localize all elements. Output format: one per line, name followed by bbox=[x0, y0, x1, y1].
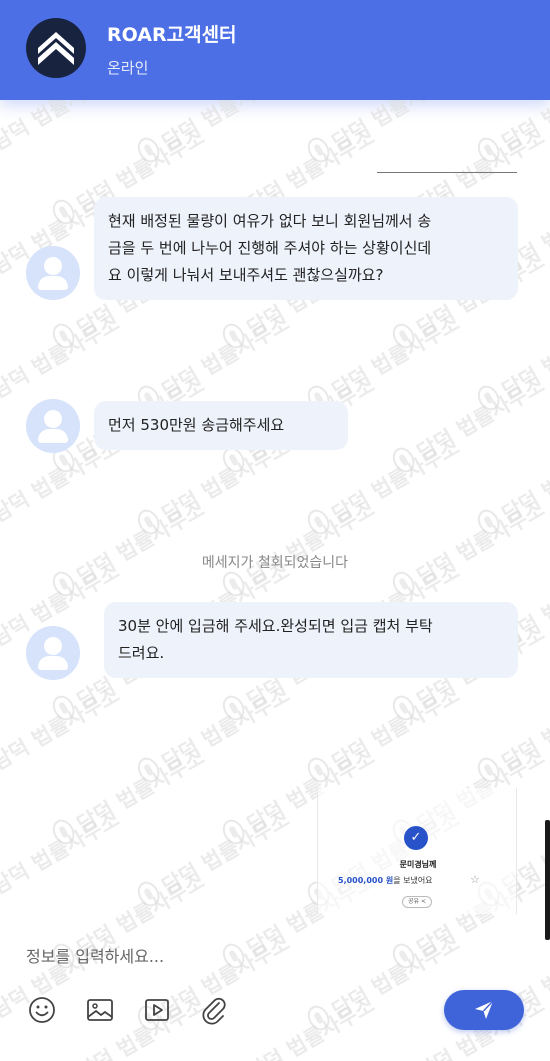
receipt-recipient: 문미경님께 bbox=[399, 860, 437, 869]
watermark: 담덕 법률사무소 bbox=[0, 682, 124, 775]
watermark: 담덕 법률사무소 bbox=[133, 796, 304, 912]
watermark: 담덕 법률사무소 bbox=[303, 100, 474, 168]
recalled-message-notice: 메세지가 철회되었습니다 bbox=[201, 555, 349, 571]
roar-logo bbox=[26, 18, 86, 78]
watermark: 담덕 법률사무소 bbox=[303, 300, 474, 416]
agent-avatar bbox=[26, 399, 80, 453]
send-icon bbox=[475, 1000, 494, 1019]
chat-title: ROAR고객센터 bbox=[107, 24, 237, 46]
watermark: 담덕 법률사무소 bbox=[473, 100, 550, 168]
star-icon: ☆ bbox=[470, 873, 480, 886]
watermark: 담덕 법률사무소 bbox=[133, 672, 304, 788]
message-bubble: 현재 배정된 물량이 여유가 없다 보니 회원님께서 송 금을 두 번에 나누어… bbox=[94, 197, 518, 300]
image-icon[interactable] bbox=[83, 993, 117, 1027]
share-button[interactable]: 공유 < bbox=[402, 896, 432, 908]
agent-avatar bbox=[26, 626, 80, 680]
receipt-amount-line: 5,000,000 원을 보냈어요 bbox=[338, 875, 433, 886]
watermark: 담덕 법률사무소 bbox=[0, 100, 124, 155]
watermark: 담덕 법률사무소 bbox=[48, 486, 219, 602]
watermark: 담덕 법률사무소 bbox=[388, 486, 550, 602]
watermark: 담덕 법률사무소 bbox=[303, 672, 474, 788]
watermark: 담덕 법률사무소 bbox=[73, 992, 209, 1061]
watermark: 담덕 법률사무소 bbox=[0, 310, 124, 403]
watermark: 담덕 법률사무소 bbox=[218, 486, 389, 602]
divider-line bbox=[377, 172, 517, 173]
receipt-amount: 5,000,000 원 bbox=[338, 876, 394, 885]
message-bubble: 30분 안에 입금해 주세요.완성되면 입금 캡처 부탁 드려요. bbox=[104, 602, 518, 678]
watermark: 담덕 법률사무소 bbox=[388, 362, 550, 478]
send-button[interactable] bbox=[444, 990, 524, 1030]
chat-header: ROAR고객센터 온라인 bbox=[0, 0, 550, 100]
emoji-icon[interactable] bbox=[25, 993, 59, 1027]
agent-avatar bbox=[26, 246, 80, 300]
watermark: 담덕 법률사무소 bbox=[473, 672, 550, 788]
watermark: 담덕 법률사무소 bbox=[243, 992, 379, 1061]
scrollbar[interactable] bbox=[545, 820, 550, 940]
attachment-icon[interactable] bbox=[197, 993, 231, 1027]
online-status: 온라인 bbox=[107, 59, 149, 77]
watermark: 담덕 법률사무소 bbox=[48, 734, 219, 850]
receipt-amount-suffix: 을 보냈어요 bbox=[393, 876, 433, 885]
transfer-receipt-image[interactable]: ✓ 문미경님께 5,000,000 원을 보냈어요 ☆ 공유 < bbox=[317, 788, 517, 914]
video-icon[interactable] bbox=[140, 993, 174, 1027]
watermark: 담덕 법률사무소 bbox=[473, 300, 550, 416]
watermark: 담덕 법률사무소 bbox=[133, 300, 304, 416]
watermark: 담덕 법률사무소 bbox=[473, 424, 550, 540]
message-input[interactable] bbox=[26, 943, 426, 969]
watermark: 담덕 법률사무소 bbox=[0, 806, 124, 899]
check-icon: ✓ bbox=[404, 826, 428, 850]
message-bubble: 먼저 530만원 송금해주세요 bbox=[94, 401, 348, 450]
watermark: 담덕 법률사무소 bbox=[133, 100, 304, 168]
